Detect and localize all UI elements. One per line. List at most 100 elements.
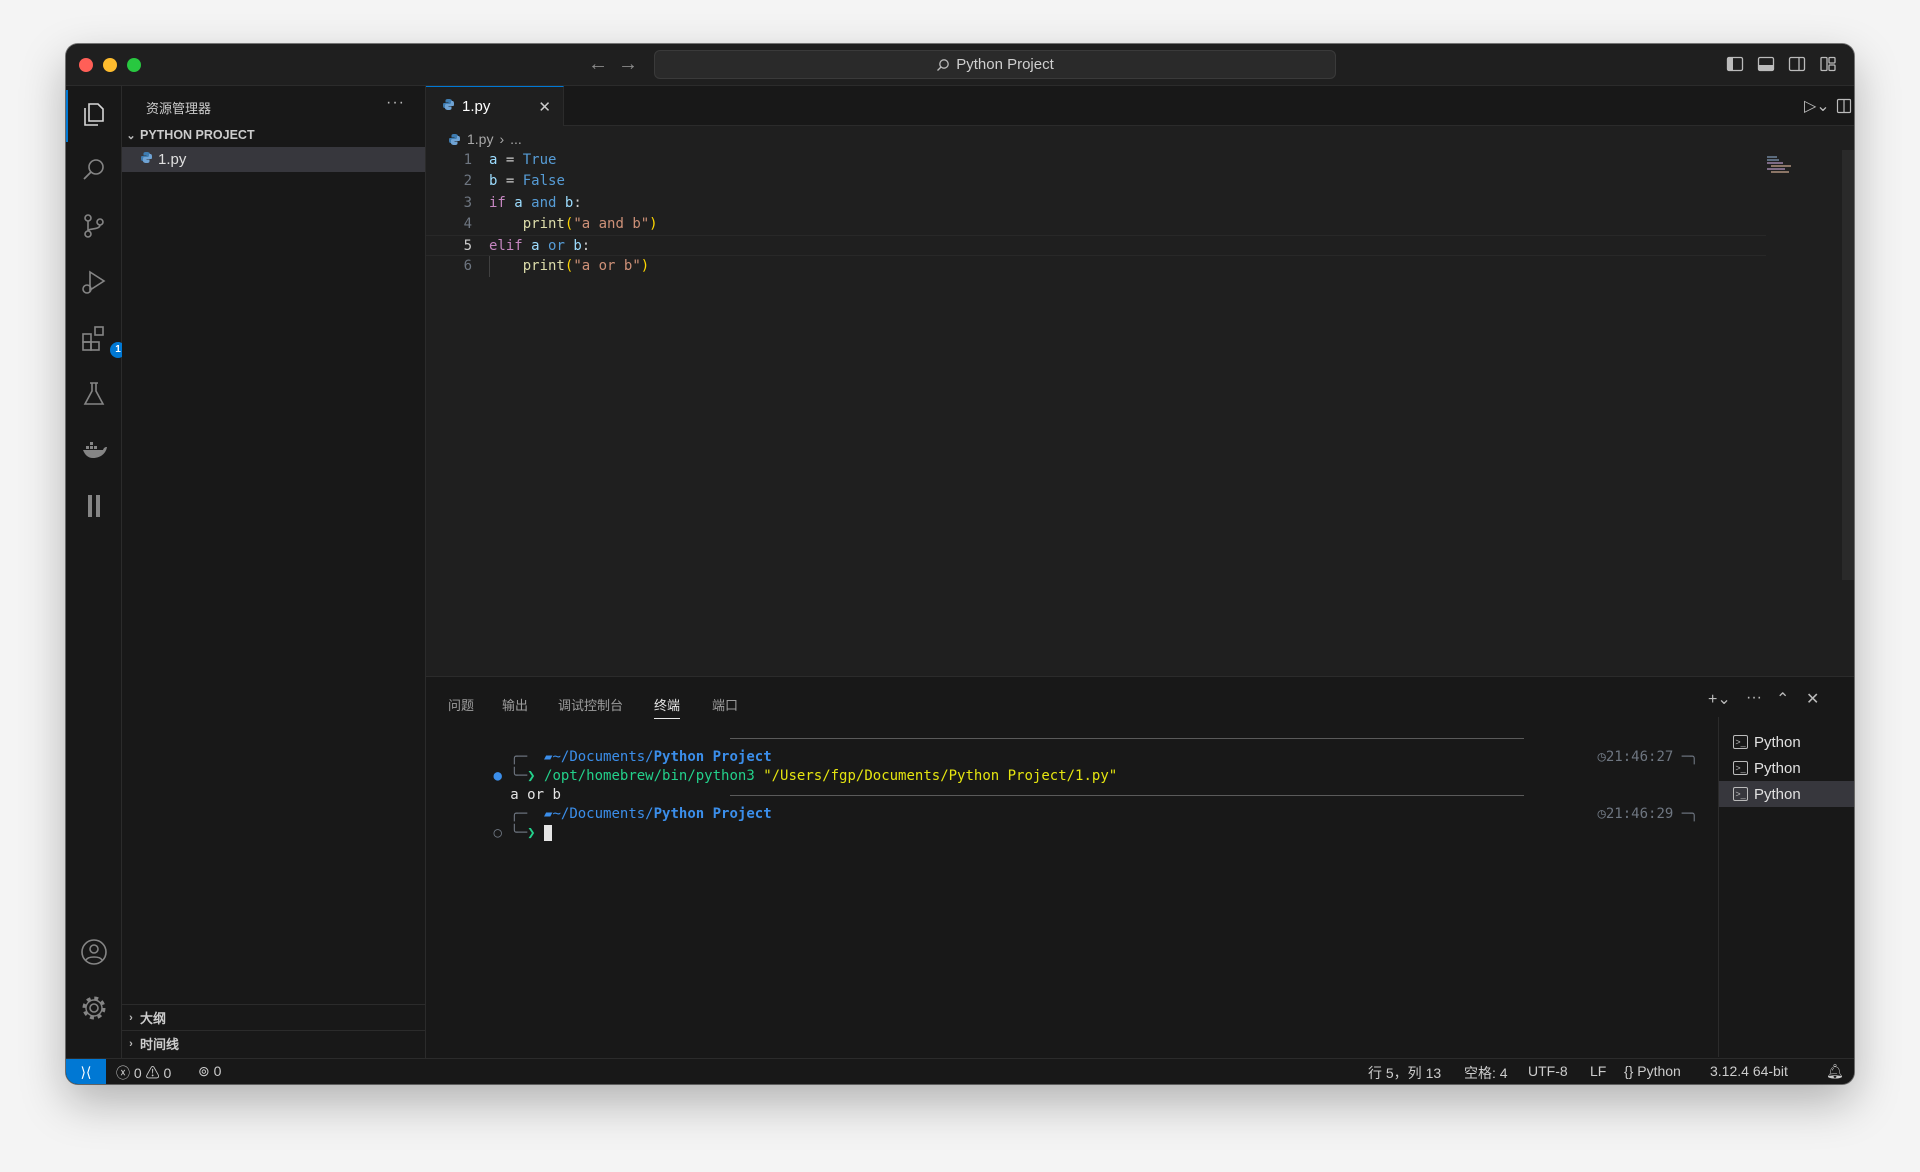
line-number: 6 bbox=[463, 258, 472, 275]
token: print bbox=[522, 258, 565, 275]
breadcrumb-symbol[interactable]: ... bbox=[510, 131, 522, 147]
project-name: PYTHON PROJECT bbox=[140, 128, 255, 142]
editor-scrollbar[interactable] bbox=[1842, 150, 1854, 580]
explorer-icon[interactable] bbox=[80, 100, 108, 128]
explorer-sidebar: 资源管理器 ··· ⌄ PYTHON PROJECT 1.py › 大纲 › 时… bbox=[122, 86, 426, 1058]
language-label: Python bbox=[1637, 1063, 1681, 1079]
terminal-list-item-selected[interactable]: >_ Python bbox=[1719, 781, 1854, 807]
python-file-icon bbox=[442, 98, 462, 115]
token: and bbox=[531, 194, 557, 211]
run-python-file-icon[interactable]: ▷⌄ bbox=[1804, 96, 1830, 116]
tab-debug-console[interactable]: 调试控制台 bbox=[558, 695, 623, 714]
terminal-name: Python bbox=[1754, 785, 1801, 803]
outline-section[interactable]: › 大纲 bbox=[122, 1004, 426, 1030]
end-of-line[interactable]: LF bbox=[1590, 1063, 1606, 1079]
token: : bbox=[573, 194, 582, 211]
python-interpreter[interactable]: 3.12.4 64-bit bbox=[1710, 1063, 1788, 1079]
ports-status[interactable]: ⊚ 0 bbox=[198, 1063, 221, 1080]
ports-count: 0 bbox=[213, 1063, 222, 1079]
line-number: 1 bbox=[463, 152, 472, 168]
token: b bbox=[573, 238, 582, 255]
token: False bbox=[522, 173, 565, 190]
maximize-panel-icon[interactable]: ⌃ bbox=[1776, 689, 1789, 709]
close-panel-icon[interactable]: ✕ bbox=[1806, 689, 1819, 709]
bottom-panel: 问题 输出 调试控制台 终端 端口 +⌄ ··· ⌃ ✕ ╭─ ▰~/Docum… bbox=[426, 676, 1854, 1058]
minimize-window-button[interactable] bbox=[103, 58, 117, 72]
code-line: 6 print("a or b") bbox=[426, 256, 1766, 278]
token: if bbox=[489, 194, 506, 211]
run-and-debug-icon[interactable] bbox=[80, 268, 108, 296]
notifications-bell-icon[interactable]: 🔔︎ bbox=[1826, 1063, 1844, 1080]
terminal-icon: >_ bbox=[1733, 761, 1748, 775]
tab-output[interactable]: 输出 bbox=[502, 695, 528, 714]
warning-icon: ⚠ bbox=[145, 1065, 160, 1081]
back-arrow-icon[interactable]: ← bbox=[588, 53, 608, 75]
panel-more-icon[interactable]: ··· bbox=[1746, 689, 1762, 707]
braces-icon: {} bbox=[1624, 1063, 1638, 1079]
token: or bbox=[548, 238, 565, 255]
search-icon[interactable] bbox=[80, 156, 108, 184]
accounts-icon[interactable] bbox=[80, 938, 108, 966]
vscode-window: ← → Python Project 1 资源管理器 ··· ⌄ PYTHON … bbox=[66, 44, 1854, 1084]
project-folder-header[interactable]: ⌄ PYTHON PROJECT bbox=[122, 124, 426, 146]
token: a bbox=[531, 238, 540, 255]
terminal[interactable]: ╭─ ▰~/Documents/Python Project ◷21:46:27… bbox=[426, 723, 1706, 1053]
close-tab-icon[interactable]: ✕ bbox=[538, 98, 551, 116]
tab-1py[interactable]: 1.py ✕ bbox=[426, 86, 564, 126]
chevron-down-icon: ⌄ bbox=[126, 129, 136, 142]
code-line: 1 a = True bbox=[426, 150, 1766, 171]
code-editor[interactable]: 1 a = True 2 b = False 3 if a and b: 4 p… bbox=[426, 150, 1766, 278]
customize-layout-icon[interactable] bbox=[1819, 55, 1837, 73]
python-file-icon bbox=[449, 133, 460, 145]
timeline-section[interactable]: › 时间线 bbox=[122, 1030, 426, 1056]
extensions-icon[interactable]: 1 bbox=[80, 324, 126, 358]
pause-icon[interactable] bbox=[80, 492, 108, 520]
prompt-char: ❯ bbox=[527, 825, 536, 841]
token: elif bbox=[489, 238, 523, 255]
new-terminal-icon[interactable]: +⌄ bbox=[1708, 689, 1731, 709]
encoding[interactable]: UTF-8 bbox=[1528, 1063, 1568, 1079]
minimap[interactable] bbox=[1766, 150, 1854, 580]
toggle-sidebar-icon[interactable] bbox=[1726, 55, 1744, 73]
command-center[interactable]: Python Project bbox=[654, 50, 1336, 79]
timeline-label: 时间线 bbox=[140, 1037, 180, 1052]
chevron-right-icon: › bbox=[129, 1011, 133, 1024]
indentation[interactable]: 空格: 4 bbox=[1464, 1063, 1508, 1083]
cursor-position[interactable]: 行 5，列 13 bbox=[1368, 1063, 1441, 1083]
line-number: 4 bbox=[463, 215, 472, 232]
settings-gear-icon[interactable] bbox=[80, 994, 108, 1022]
problems-status[interactable]: ⓧ 0 ⚠ 0 bbox=[116, 1063, 171, 1083]
split-editor-icon[interactable] bbox=[1836, 98, 1852, 114]
chevron-right-icon: › bbox=[499, 131, 505, 147]
source-control-icon[interactable] bbox=[80, 212, 108, 240]
token: ) bbox=[649, 215, 658, 232]
breadcrumb-file[interactable]: 1.py bbox=[467, 131, 493, 147]
terminal-list-item[interactable]: >_ Python bbox=[1719, 729, 1854, 755]
warning-count: 0 bbox=[163, 1065, 172, 1081]
toggle-secondary-sidebar-icon[interactable] bbox=[1788, 55, 1806, 73]
terminal-list-item[interactable]: >_ Python bbox=[1719, 755, 1854, 781]
toggle-panel-icon[interactable] bbox=[1757, 55, 1775, 73]
prompt-time: ◷21:46:29 ─╮ bbox=[1597, 806, 1699, 822]
close-window-button[interactable] bbox=[79, 58, 93, 72]
file-item-1py[interactable]: 1.py bbox=[122, 147, 425, 172]
terminal-icon: >_ bbox=[1733, 787, 1748, 801]
terminal-input-line: ○ ╰─❯ bbox=[426, 805, 1706, 841]
docker-icon[interactable] bbox=[80, 436, 108, 464]
tab-problems[interactable]: 问题 bbox=[448, 695, 474, 714]
terminal-name: Python bbox=[1754, 733, 1801, 751]
language-mode[interactable]: {} Python bbox=[1624, 1063, 1681, 1079]
explorer-more-icon[interactable]: ··· bbox=[386, 94, 405, 112]
testing-icon[interactable] bbox=[80, 380, 108, 408]
terminal-output-line: a or b bbox=[426, 767, 1706, 803]
breadcrumb: 1.py › ... bbox=[448, 131, 522, 147]
error-icon: ⓧ bbox=[116, 1065, 130, 1081]
maximize-window-button[interactable] bbox=[127, 58, 141, 72]
forward-arrow-icon[interactable]: → bbox=[618, 53, 638, 75]
explorer-title: 资源管理器 bbox=[146, 101, 212, 116]
terminal-name: Python bbox=[1754, 759, 1801, 777]
remote-indicator-icon[interactable]: ⟩⟨ bbox=[66, 1059, 106, 1084]
tab-terminal[interactable]: 终端 bbox=[654, 695, 681, 719]
file-name: 1.py bbox=[158, 151, 187, 168]
tab-ports[interactable]: 端口 bbox=[712, 695, 738, 714]
